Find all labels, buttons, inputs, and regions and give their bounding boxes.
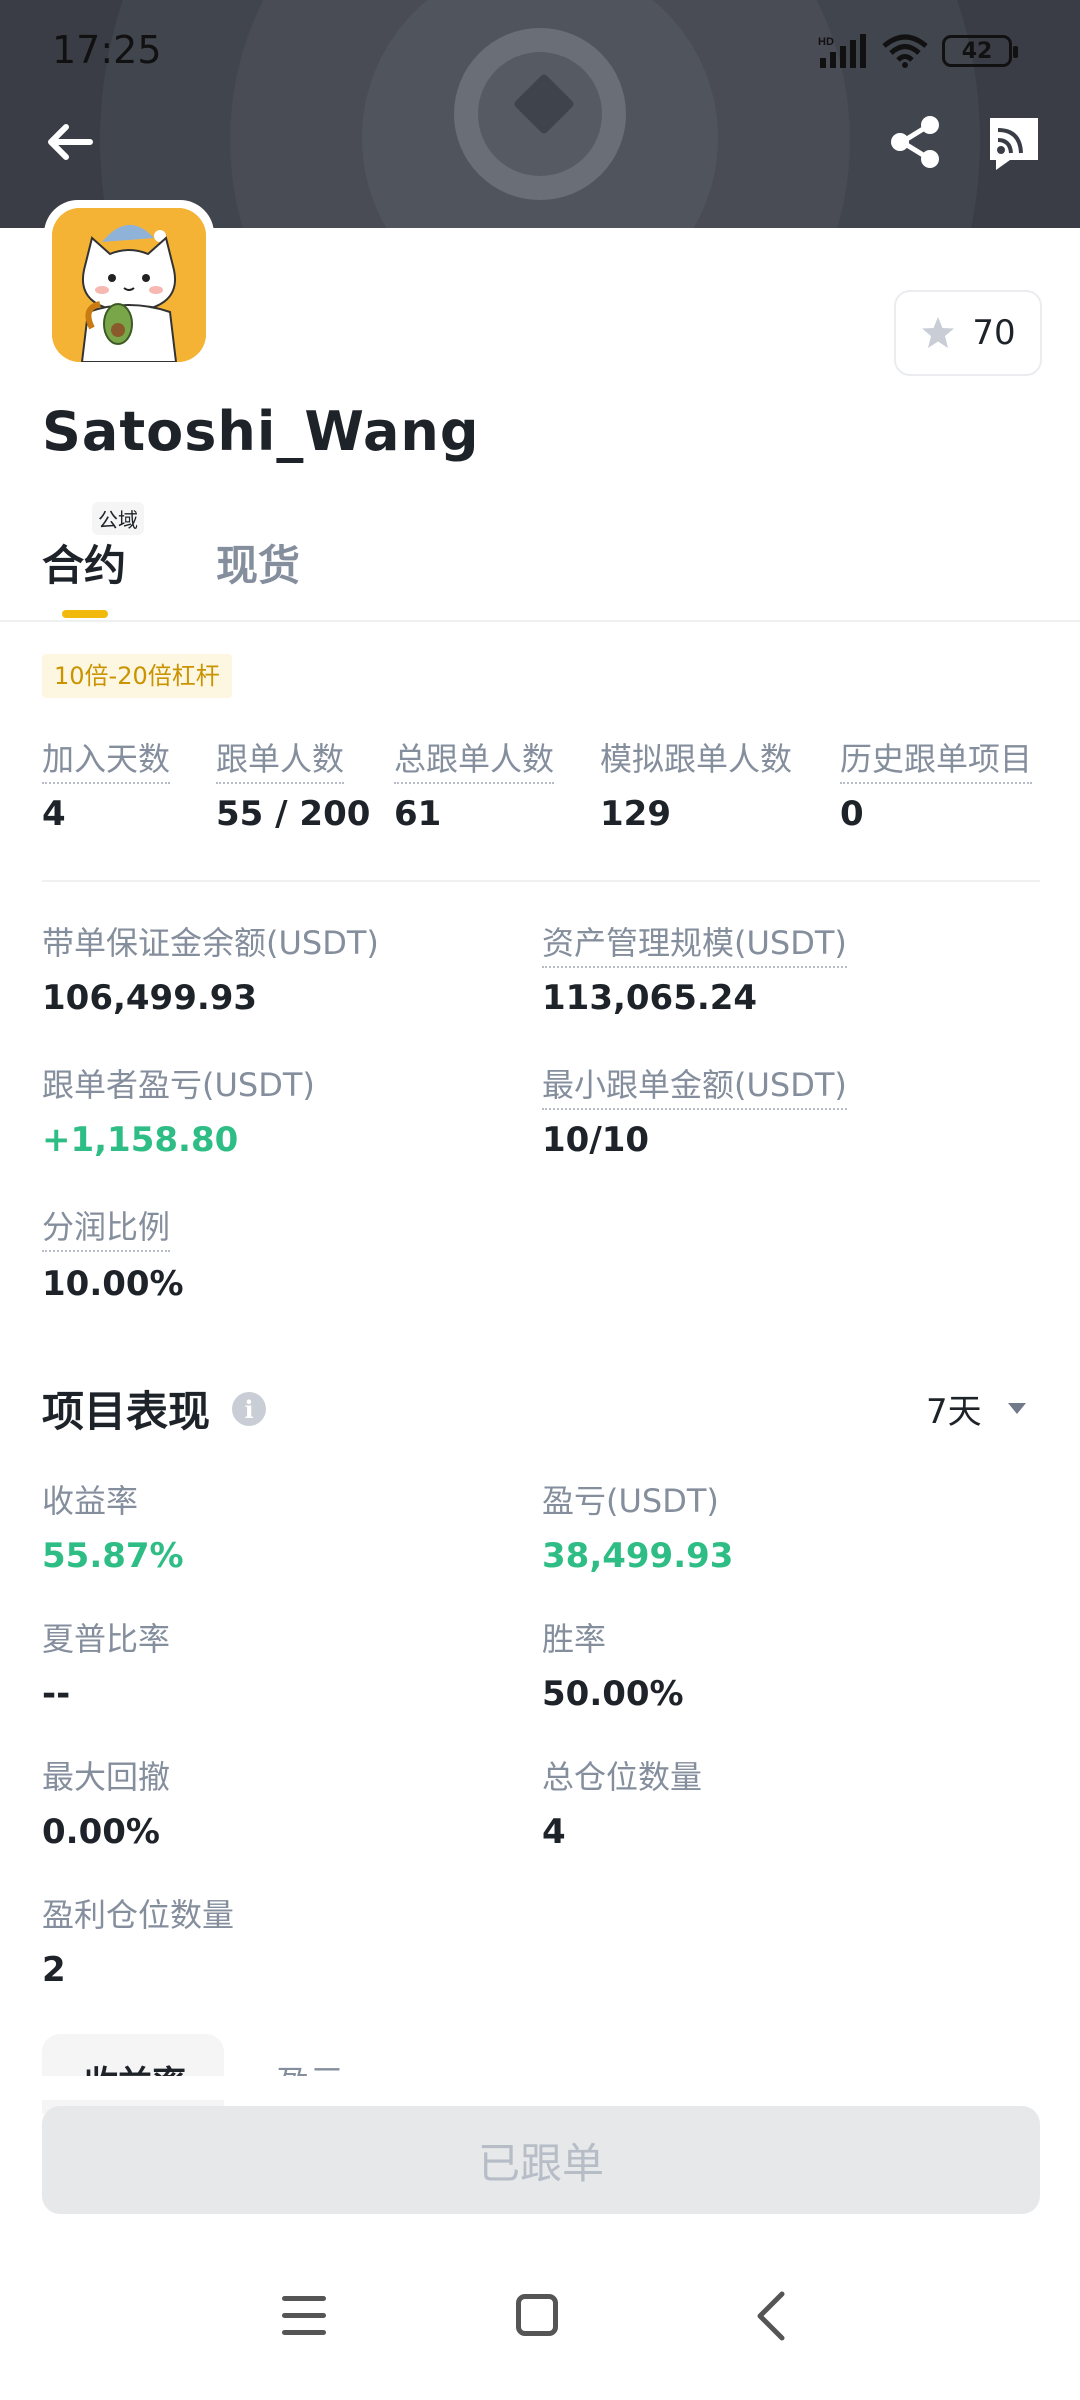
wifi-icon bbox=[882, 34, 928, 68]
win-rate-label: 胜率 bbox=[542, 1620, 607, 1658]
info-icon[interactable]: i bbox=[232, 1392, 266, 1426]
back-arrow-icon[interactable] bbox=[40, 112, 100, 172]
margin-balance-label: 带单保证金余额(USDT) bbox=[42, 924, 379, 962]
aum-value: 113,065.24 bbox=[542, 978, 758, 1018]
stat-value-followers: 55 / 200 bbox=[216, 794, 371, 834]
cat-avatar-icon bbox=[52, 208, 206, 362]
followed-button-label: 已跟单 bbox=[477, 2138, 604, 2188]
stat-label-history-projects[interactable]: 历史跟单项目 bbox=[840, 734, 1033, 784]
divider bbox=[42, 880, 1040, 882]
favorite-button[interactable]: 70 bbox=[894, 290, 1042, 376]
total-positions-value: 4 bbox=[542, 1812, 566, 1852]
period-value: 7天 bbox=[926, 1392, 982, 1432]
margin-balance-value: 106,499.93 bbox=[42, 978, 258, 1018]
chart-tab-roi[interactable]: 收益率 bbox=[42, 2034, 224, 2114]
stat-value-join-days: 4 bbox=[42, 794, 66, 834]
leverage-badge: 10倍-20倍杠杆 bbox=[42, 654, 232, 698]
header-banner: 17:25 HD 42 bbox=[0, 0, 1080, 228]
status-icons: HD 42 bbox=[818, 34, 1018, 68]
stat-label-followers[interactable]: 跟单人数 bbox=[216, 734, 345, 784]
sharpe-label: 夏普比率 bbox=[42, 1620, 171, 1658]
profit-share-label[interactable]: 分润比例 bbox=[42, 1202, 171, 1252]
section-title: 项目表现 bbox=[42, 1387, 211, 1436]
pnl-value: 38,499.93 bbox=[542, 1536, 734, 1576]
avatar bbox=[44, 200, 214, 370]
tab-divider bbox=[0, 620, 1080, 622]
profit-positions-label: 盈利仓位数量 bbox=[42, 1896, 235, 1934]
sharpe-value: -- bbox=[42, 1674, 71, 1714]
aum-label[interactable]: 资产管理规模(USDT) bbox=[542, 918, 847, 968]
network-type-label: HD bbox=[818, 36, 834, 48]
username: Satoshi_Wang bbox=[42, 400, 480, 463]
star-icon bbox=[922, 317, 955, 348]
mdd-value: 0.00% bbox=[42, 1812, 160, 1852]
stat-value-history-projects: 0 bbox=[840, 794, 864, 834]
total-positions-label: 总仓位数量 bbox=[542, 1758, 703, 1796]
roi-value: 55.87% bbox=[42, 1536, 184, 1576]
tab-active-indicator bbox=[62, 610, 108, 618]
status-time: 17:25 bbox=[52, 28, 162, 72]
period-dropdown[interactable]: 7天 bbox=[926, 1384, 1026, 1433]
battery-level: 42 bbox=[961, 38, 993, 64]
nav-back-icon[interactable] bbox=[752, 2290, 788, 2342]
mdd-label: 最大回撤 bbox=[42, 1758, 171, 1796]
tab-badge: 公域 bbox=[92, 502, 144, 535]
signal-icon: HD bbox=[818, 34, 866, 68]
roi-label: 收益率 bbox=[42, 1482, 139, 1520]
followed-button[interactable]: 已跟单 bbox=[42, 2106, 1040, 2214]
min-copy-label[interactable]: 最小跟单金额(USDT) bbox=[542, 1060, 847, 1110]
stat-value-sim-followers: 129 bbox=[600, 794, 671, 834]
scroll-clip bbox=[0, 2076, 1080, 2100]
menu-icon[interactable] bbox=[282, 2296, 326, 2336]
status-bar: 17:25 HD 42 bbox=[0, 0, 1080, 100]
caret-down-icon bbox=[1007, 1403, 1026, 1414]
stat-label-sim-followers: 模拟跟单人数 bbox=[600, 740, 793, 778]
stat-label-join-days[interactable]: 加入天数 bbox=[42, 734, 171, 784]
min-copy-value: 10/10 bbox=[542, 1120, 650, 1160]
profit-positions-value: 2 bbox=[42, 1950, 66, 1990]
follower-pnl-value: +1,158.80 bbox=[42, 1120, 239, 1160]
home-icon[interactable] bbox=[516, 2294, 558, 2336]
tab-contract[interactable]: 合约 bbox=[42, 532, 126, 593]
cast-icon[interactable] bbox=[984, 112, 1044, 172]
share-icon[interactable] bbox=[886, 112, 946, 172]
pnl-label: 盈亏(USDT) bbox=[542, 1482, 719, 1520]
stat-value-total-followers: 61 bbox=[394, 794, 442, 834]
follower-pnl-label: 跟单者盈亏(USDT) bbox=[42, 1066, 315, 1104]
stat-label-total-followers[interactable]: 总跟单人数 bbox=[394, 734, 555, 784]
battery-icon: 42 bbox=[942, 35, 1018, 67]
favorites-count: 70 bbox=[972, 313, 1016, 353]
avatar-image bbox=[52, 208, 206, 362]
tab-spot[interactable]: 现货 bbox=[216, 532, 300, 593]
win-rate-value: 50.00% bbox=[542, 1674, 684, 1714]
profit-share-value: 10.00% bbox=[42, 1264, 184, 1304]
